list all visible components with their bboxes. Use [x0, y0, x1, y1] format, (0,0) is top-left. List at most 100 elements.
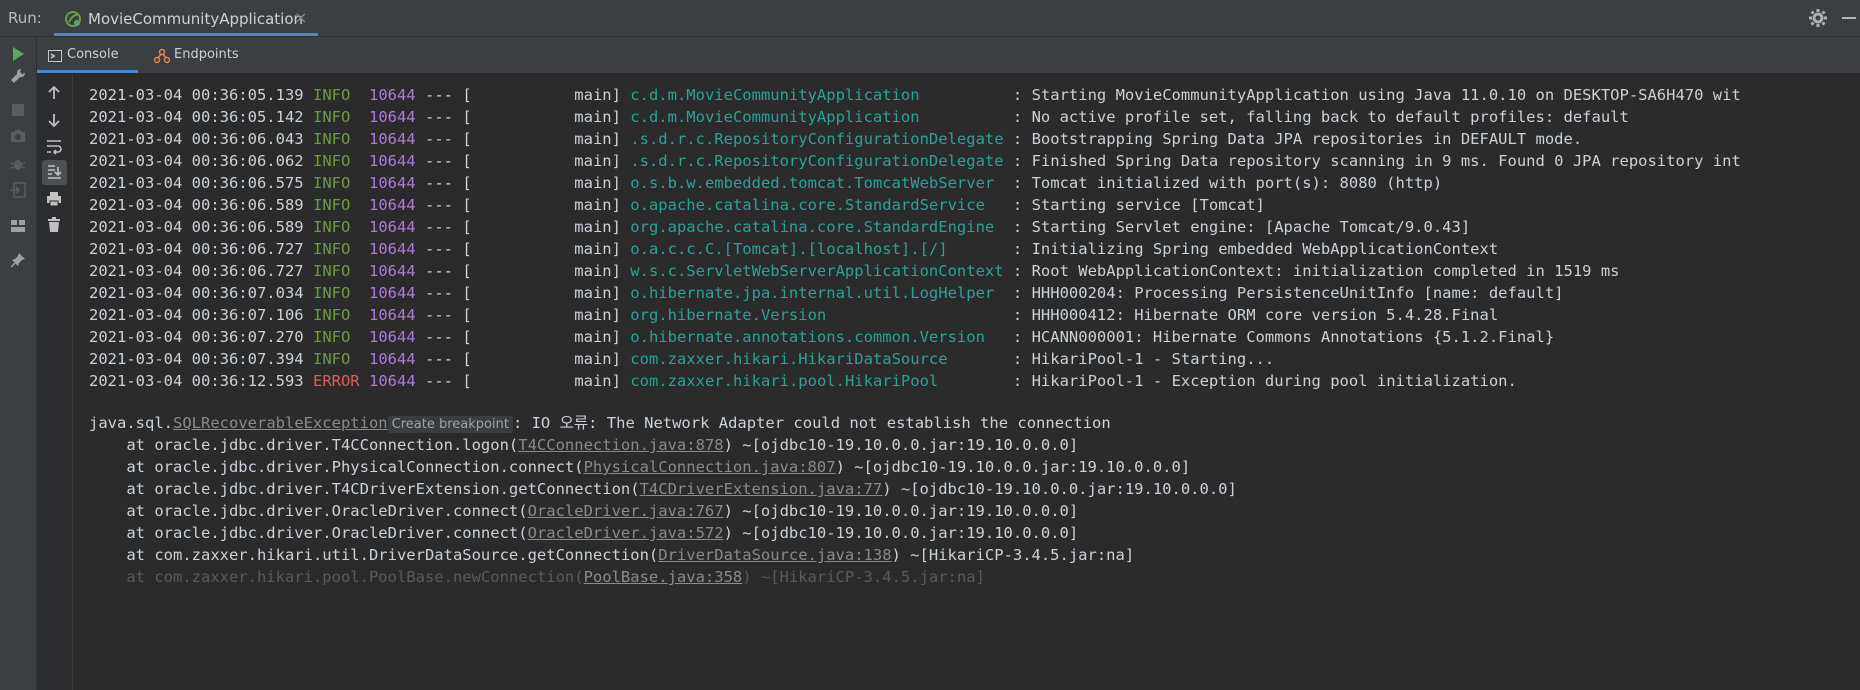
trash-icon[interactable]: [45, 216, 63, 234]
stack-frame-method: at oracle.jdbc.driver.T4CDriverExtension…: [126, 480, 640, 498]
log-message: Starting Servlet engine: [Apache Tomcat/…: [1031, 218, 1471, 236]
layout-icon[interactable]: [9, 217, 27, 235]
spring-run-icon: [64, 10, 82, 28]
source-file-link[interactable]: PhysicalConnection.java:807: [584, 458, 836, 476]
log-level: INFO: [312, 350, 351, 368]
log-timestamp: 2021-03-04 00:36:07.270: [89, 328, 304, 346]
print-icon[interactable]: [45, 190, 63, 208]
log-thread: main: [574, 284, 612, 302]
log-thread: main: [574, 108, 612, 126]
exception-class-link[interactable]: SQLRecoverableException: [173, 414, 388, 432]
log-message: Bootstrapping Spring Data JPA repositori…: [1031, 130, 1583, 148]
stack-frame-method: at oracle.jdbc.driver.T4CConnection.logo…: [126, 436, 519, 454]
camera-icon[interactable]: [9, 127, 27, 145]
log-thread: main: [574, 328, 612, 346]
log-level: ERROR: [312, 372, 360, 390]
run-icon[interactable]: [9, 45, 27, 63]
wrench-icon[interactable]: [9, 67, 27, 85]
source-file-link[interactable]: OracleDriver.java:767: [528, 502, 724, 520]
stack-frame-method: at com.zaxxer.hikari.util.DriverDataSour…: [126, 546, 659, 564]
log-logger: .s.d.r.c.RepositoryConfigurationDelegate: [630, 152, 1004, 170]
exception-line: java.sql.SQLRecoverableException Create b…: [89, 412, 1111, 434]
log-message: Tomcat initialized with port(s): 8080 (h…: [1031, 174, 1443, 192]
log-line: 2021-03-04 00:36:06.727 INFO 10644 --- […: [89, 262, 1620, 280]
arrow-down-icon[interactable]: [45, 111, 63, 129]
stack-frame-jar: ) ~[ojdbc10-19.10.0.0.jar:19.10.0.0.0]: [882, 480, 1237, 498]
log-level: INFO: [312, 262, 351, 280]
stack-trace-line: at oracle.jdbc.driver.PhysicalConnection…: [89, 456, 1190, 478]
tab-console-label: Console: [67, 47, 119, 62]
log-pid: 10644: [368, 174, 416, 192]
source-file-link[interactable]: T4CConnection.java:878: [518, 436, 723, 454]
log-thread: main: [574, 372, 612, 390]
log-pid: 10644: [368, 328, 416, 346]
arrow-up-icon[interactable]: [45, 84, 63, 102]
log-logger: com.zaxxer.hikari.HikariDataSource: [630, 350, 948, 368]
log-pid: 10644: [368, 152, 416, 170]
source-file-link[interactable]: DriverDataSource.java:138: [658, 546, 891, 564]
scroll-to-end-icon[interactable]: [42, 160, 67, 185]
log-message: HHH000412: Hibernate ORM core version 5.…: [1031, 306, 1499, 324]
log-level: INFO: [312, 284, 351, 302]
log-timestamp: 2021-03-04 00:36:07.394: [89, 350, 304, 368]
run-tab-movie-community[interactable]: MovieCommunityApplication ×: [54, 0, 318, 36]
exception-prefix: java.sql.: [89, 414, 173, 432]
log-line: 2021-03-04 00:36:06.575 INFO 10644 --- […: [89, 174, 1443, 192]
stack-frame-jar: ) ~[ojdbc10-19.10.0.0.jar:19.10.0.0.0]: [723, 436, 1079, 454]
log-message: HCANN000001: Hibernate Commons Annotatio…: [1031, 328, 1555, 346]
log-logger: org.hibernate.Version: [630, 306, 827, 324]
log-message: HHH000204: Processing PersistenceUnitInf…: [1031, 284, 1564, 302]
log-level: INFO: [312, 306, 351, 324]
log-logger: c.d.m.MovieCommunityApplication: [630, 108, 920, 126]
log-logger: o.hibernate.annotations.common.Version: [630, 328, 985, 346]
log-line: 2021-03-04 00:36:07.394 INFO 10644 --- […: [89, 350, 1275, 368]
log-message: No active profile set, falling back to d…: [1031, 108, 1629, 126]
close-icon[interactable]: ×: [294, 8, 307, 27]
source-file-link[interactable]: PoolBase.java:358: [584, 568, 743, 586]
log-level: INFO: [312, 152, 351, 170]
log-logger: o.hibernate.jpa.internal.util.LogHelper: [630, 284, 995, 302]
log-pid: 10644: [368, 130, 416, 148]
log-line: 2021-03-04 00:36:12.593 ERROR 10644 --- …: [89, 372, 1517, 390]
console-toolbar: [37, 74, 73, 690]
stack-frame-jar: ) ~[ojdbc10-19.10.0.0.jar:19.10.0.0.0]: [835, 458, 1191, 476]
pin-icon[interactable]: [9, 251, 27, 269]
log-thread: main: [574, 130, 612, 148]
gear-icon[interactable]: [1808, 8, 1828, 28]
tab-console[interactable]: Console: [36, 37, 138, 73]
log-level: INFO: [312, 218, 351, 236]
exception-message: : IO 오류: The Network Adapter could not e…: [512, 414, 1111, 432]
source-file-link[interactable]: T4CDriverExtension.java:77: [640, 480, 883, 498]
stack-trace-line: at oracle.jdbc.driver.T4CDriverExtension…: [89, 478, 1237, 500]
log-thread: main: [574, 86, 612, 104]
log-message: Starting service [Tomcat]: [1031, 196, 1265, 214]
soft-wrap-icon[interactable]: [45, 137, 63, 155]
tab-endpoints[interactable]: Endpoints: [153, 37, 244, 73]
log-thread: main: [574, 240, 612, 258]
log-timestamp: 2021-03-04 00:36:06.727: [89, 262, 304, 280]
exit-icon[interactable]: [9, 181, 27, 199]
stack-frame-jar: ) ~[ojdbc10-19.10.0.0.jar:19.10.0.0.0]: [723, 524, 1079, 542]
log-level: INFO: [312, 174, 351, 192]
log-logger: org.apache.catalina.core.StandardEngine: [630, 218, 995, 236]
debug-icon[interactable]: [9, 155, 27, 173]
log-line: 2021-03-04 00:36:07.106 INFO 10644 --- […: [89, 306, 1499, 324]
console-output[interactable]: 2021-03-04 00:36:05.139 INFO 10644 --- […: [73, 74, 1860, 690]
log-timestamp: 2021-03-04 00:36:06.043: [89, 130, 304, 148]
stack-frame-jar: ) ~[ojdbc10-19.10.0.0.jar:19.10.0.0.0]: [723, 502, 1079, 520]
source-file-link[interactable]: OracleDriver.java:572: [528, 524, 724, 542]
log-timestamp: 2021-03-04 00:36:12.593: [89, 372, 304, 390]
create-breakpoint-button[interactable]: Create breakpoint: [387, 416, 513, 433]
log-timestamp: 2021-03-04 00:36:05.142: [89, 108, 304, 126]
log-timestamp: 2021-03-04 00:36:06.589: [89, 196, 304, 214]
stop-icon[interactable]: [9, 101, 27, 119]
stack-trace-line: at com.zaxxer.hikari.util.DriverDataSour…: [89, 544, 1134, 566]
tab-endpoints-label: Endpoints: [174, 47, 239, 62]
log-pid: 10644: [368, 306, 416, 324]
log-line: 2021-03-04 00:36:06.589 INFO 10644 --- […: [89, 196, 1265, 214]
log-timestamp: 2021-03-04 00:36:06.575: [89, 174, 304, 192]
log-timestamp: 2021-03-04 00:36:06.727: [89, 240, 304, 258]
minimize-icon[interactable]: [1842, 17, 1856, 19]
console-scrollbar[interactable]: [1852, 74, 1860, 690]
console-icon: [48, 48, 62, 62]
